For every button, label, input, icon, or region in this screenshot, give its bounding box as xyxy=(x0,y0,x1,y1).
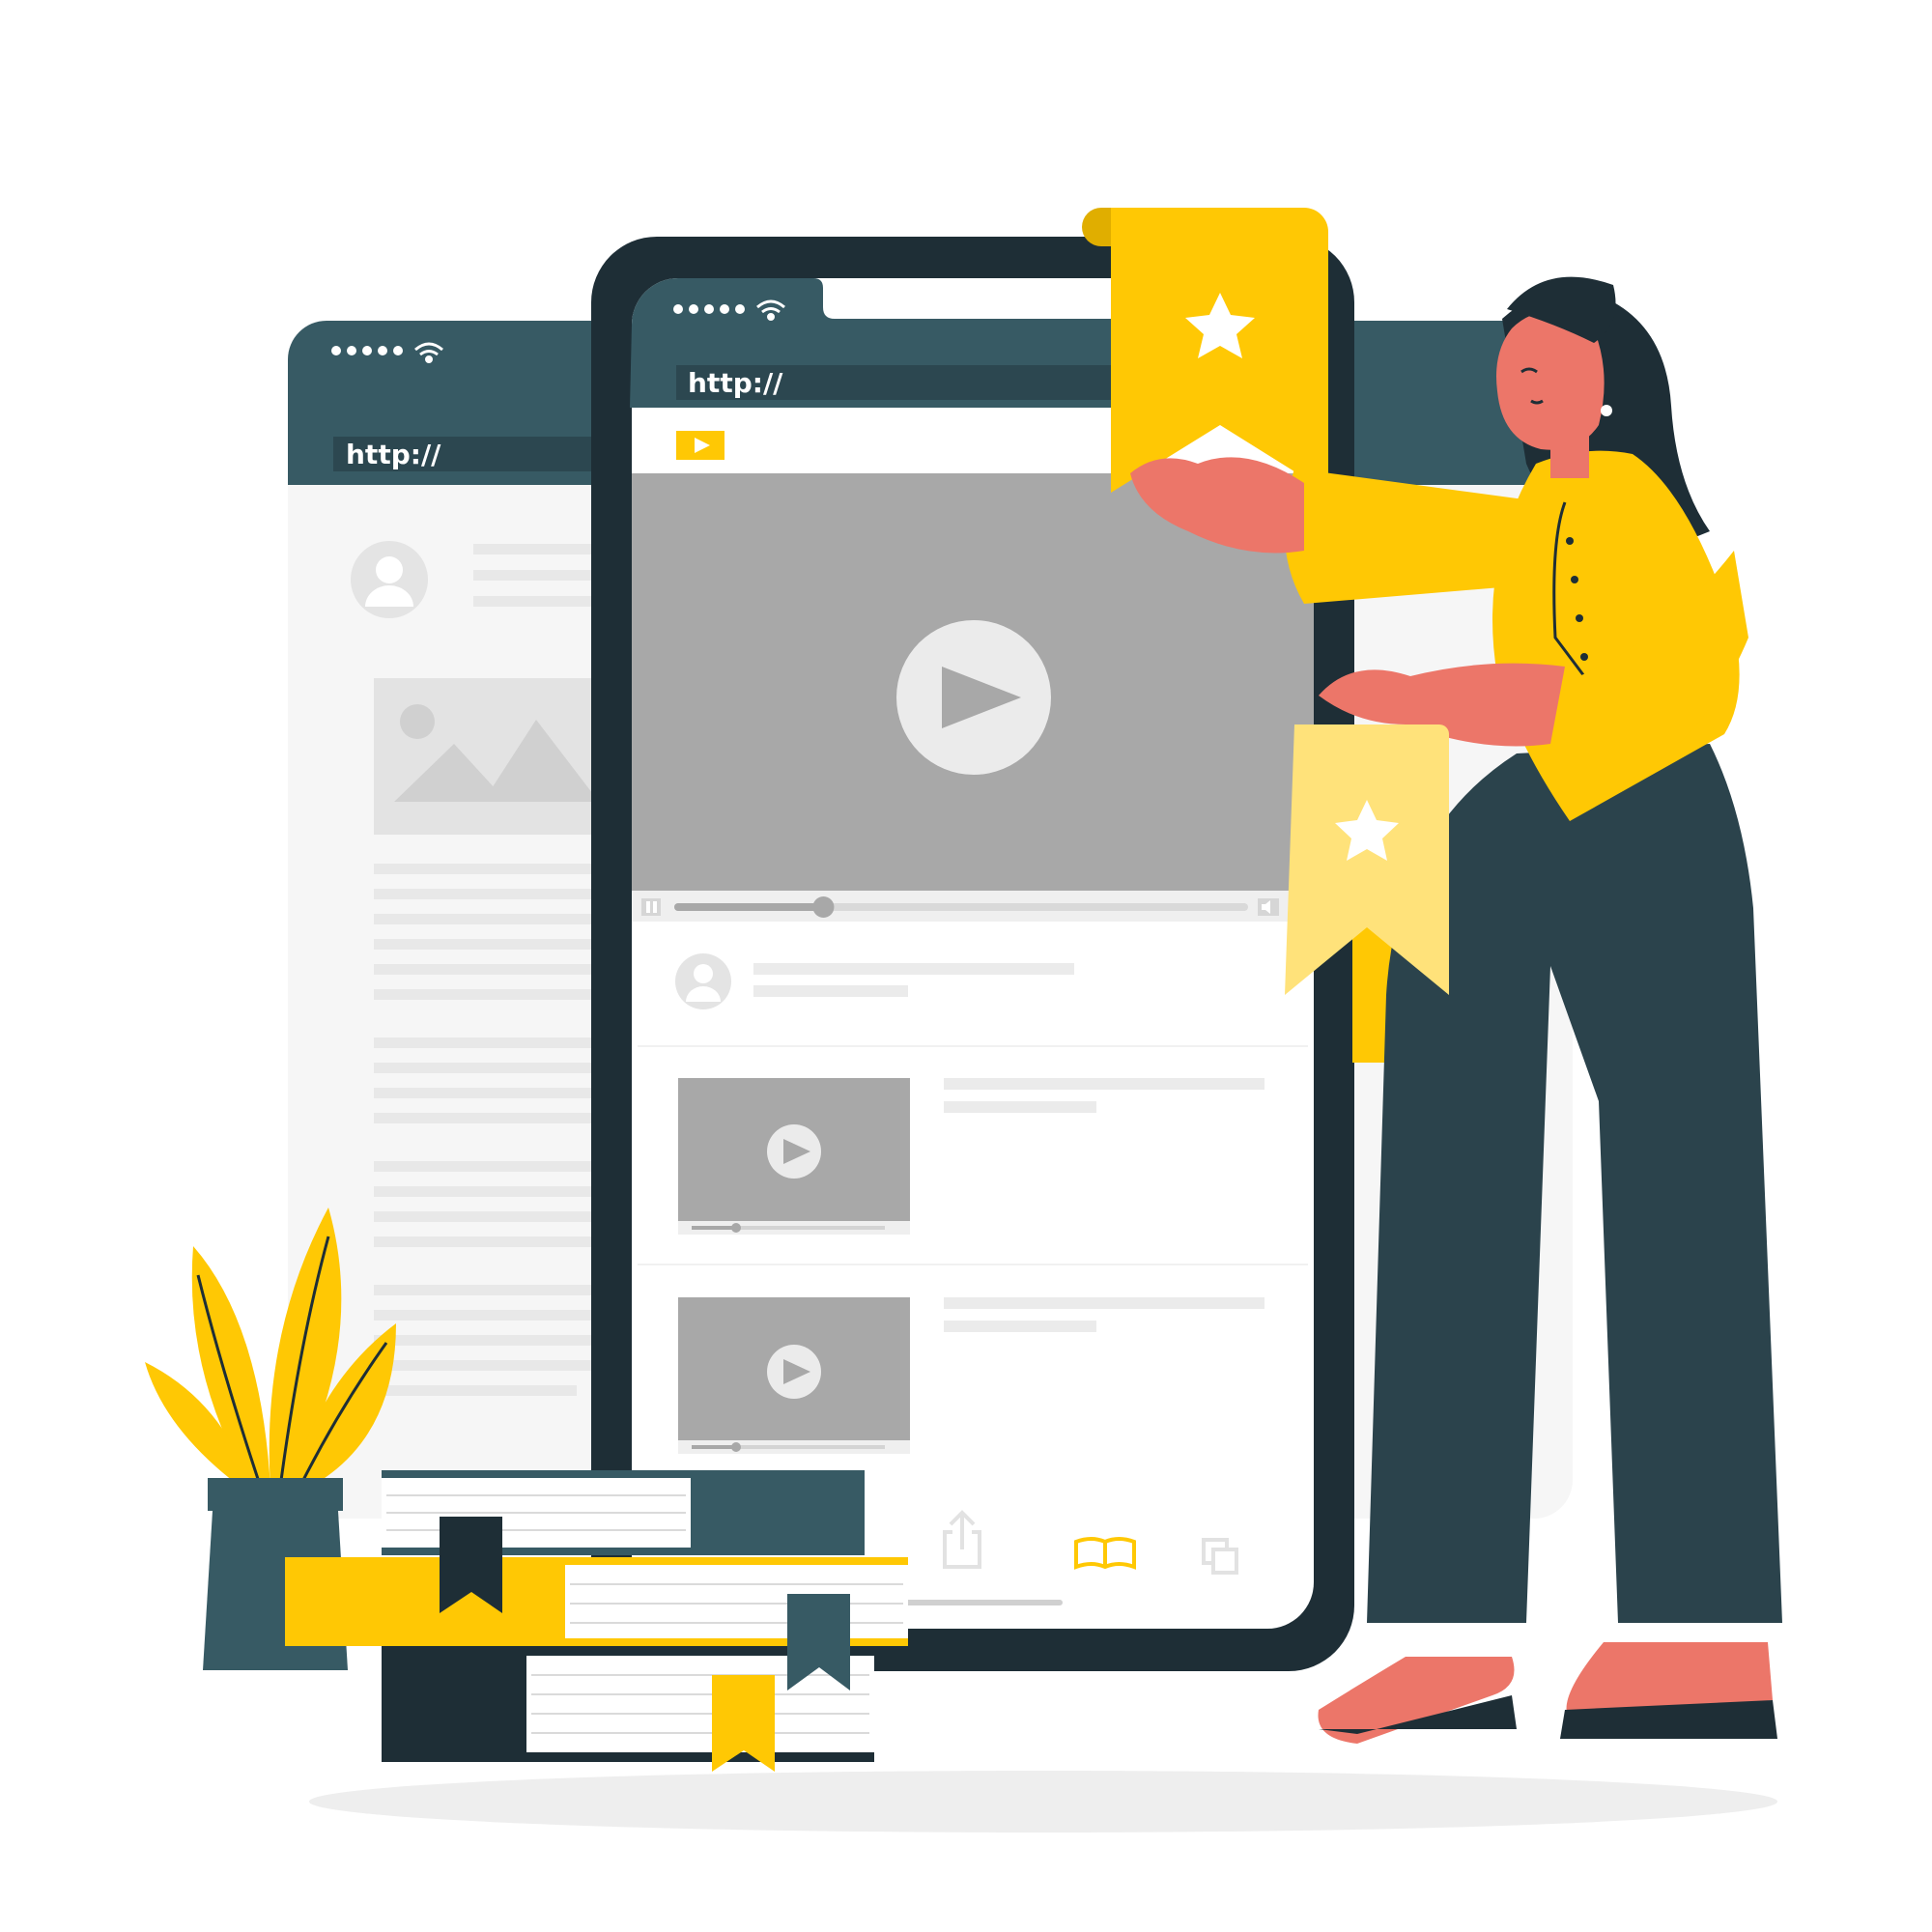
divider xyxy=(638,1264,1308,1265)
progress-knob[interactable] xyxy=(812,896,835,918)
channel-avatar xyxy=(675,953,731,1009)
back-text-line xyxy=(473,544,599,554)
phone-device: http:// xyxy=(591,237,1354,1671)
illustration-scene: http:// http:// xyxy=(145,208,1782,1833)
video-sub-line xyxy=(944,1321,1096,1332)
channel-sub-line xyxy=(753,985,908,997)
back-text-line xyxy=(473,570,599,581)
channel-title-line xyxy=(753,963,1074,975)
phone-speaker xyxy=(929,286,1012,294)
back-image-placeholder xyxy=(374,678,606,835)
home-indicator xyxy=(889,1600,1063,1605)
thumbnail-progress-knob xyxy=(731,1223,741,1233)
volume-icon[interactable] xyxy=(1258,898,1279,916)
progress-fill xyxy=(674,903,824,911)
thumbnail-progress-knob xyxy=(731,1442,741,1452)
phone-address-text: http:// xyxy=(688,367,783,399)
video-sub-line xyxy=(944,1101,1096,1113)
thumbnail-progress-fill xyxy=(692,1445,736,1449)
divider xyxy=(638,1045,1308,1047)
pause-icon[interactable] xyxy=(641,898,661,916)
video-title-line xyxy=(944,1078,1264,1090)
youtube-logo-icon xyxy=(676,431,724,460)
video-title-line xyxy=(944,1297,1264,1309)
back-address-text: http:// xyxy=(346,439,441,470)
pot-rim xyxy=(208,1478,343,1511)
back-avatar xyxy=(351,541,428,618)
back-text-line xyxy=(473,596,599,607)
floor-shadow xyxy=(309,1771,1777,1833)
earring xyxy=(1601,405,1612,416)
video-controls xyxy=(632,891,1314,922)
thumbnail-progress-fill xyxy=(692,1226,736,1230)
